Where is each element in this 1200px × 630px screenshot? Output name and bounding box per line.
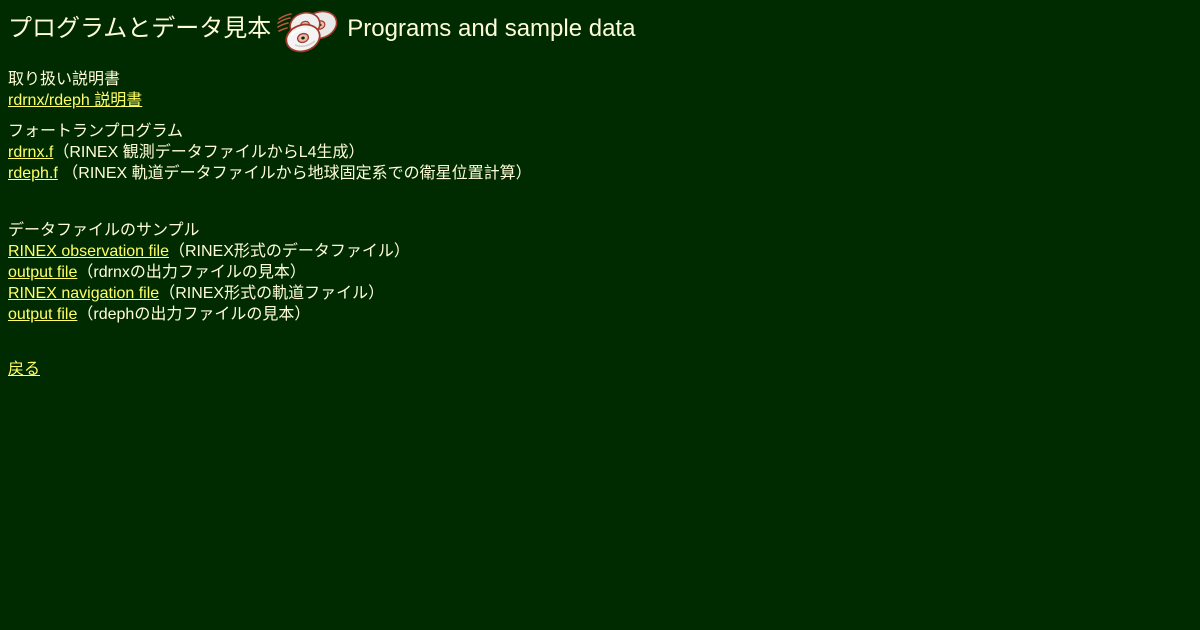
list-item: rdeph.f （RINEX 軌道データファイルから地球固定系での衛星位置計算） [8,163,1192,184]
cd-discs-icon [277,10,338,53]
rdeph-output-link[interactable]: output file [8,306,77,323]
fortran-section: フォートランプログラム rdrnx.f（RINEX 観測データファイルからL4生… [8,121,1192,184]
list-item: RINEX observation file（RINEX形式のデータファイル） [8,241,1192,262]
back-row: 戻る [8,359,1192,380]
samples-heading: データファイルのサンプル [8,222,200,239]
rdrnx-output-note: （rdrnxの出力ファイルの見本） [77,264,306,281]
rdrnx-link[interactable]: rdrnx.f [8,144,53,161]
rinex-observation-link[interactable]: RINEX observation file [8,243,169,260]
list-item: rdrnx.f（RINEX 観測データファイルからL4生成） [8,142,1192,163]
manual-link[interactable]: rdrnx/rdeph 説明書 [8,92,142,109]
rinex-observation-note: （RINEX形式のデータファイル） [168,243,410,260]
rinex-navigation-note: （RINEX形式の軌道ファイル） [159,285,385,302]
back-link[interactable]: 戻る [8,361,40,378]
manual-section: 取り扱い説明書 rdrnx/rdeph 説明書 [8,69,1192,111]
manual-heading: 取り扱い説明書 [8,71,121,88]
rdeph-note: （RINEX 軌道データファイルから地球固定系での衛星位置計算） [57,165,532,182]
rdeph-output-note: （rdephの出力ファイルの見本） [77,306,311,323]
list-item: output file（rdephの出力ファイルの見本） [8,304,1192,325]
page: プログラムとデータ見本 Programs and sample data 取り扱… [0,0,1200,380]
list-item: RINEX navigation file（RINEX形式の軌道ファイル） [8,283,1192,304]
samples-section: データファイルのサンプル RINEX observation file（RINE… [8,220,1192,325]
page-title-en: Programs and sample data [347,15,636,42]
rdrnx-output-link[interactable]: output file [8,264,77,281]
manual-row: rdrnx/rdeph 説明書 [8,90,1192,111]
page-title-jp: プログラムとデータ見本 [8,15,272,42]
fortran-heading: フォートランプログラム [8,123,184,140]
page-title: プログラムとデータ見本 Programs and sample data [8,7,1192,53]
rdrnx-note: （RINEX 観測データファイルからL4生成） [53,144,365,161]
rinex-navigation-link[interactable]: RINEX navigation file [8,285,159,302]
rdeph-link[interactable]: rdeph.f [8,165,58,182]
list-item: output file（rdrnxの出力ファイルの見本） [8,262,1192,283]
